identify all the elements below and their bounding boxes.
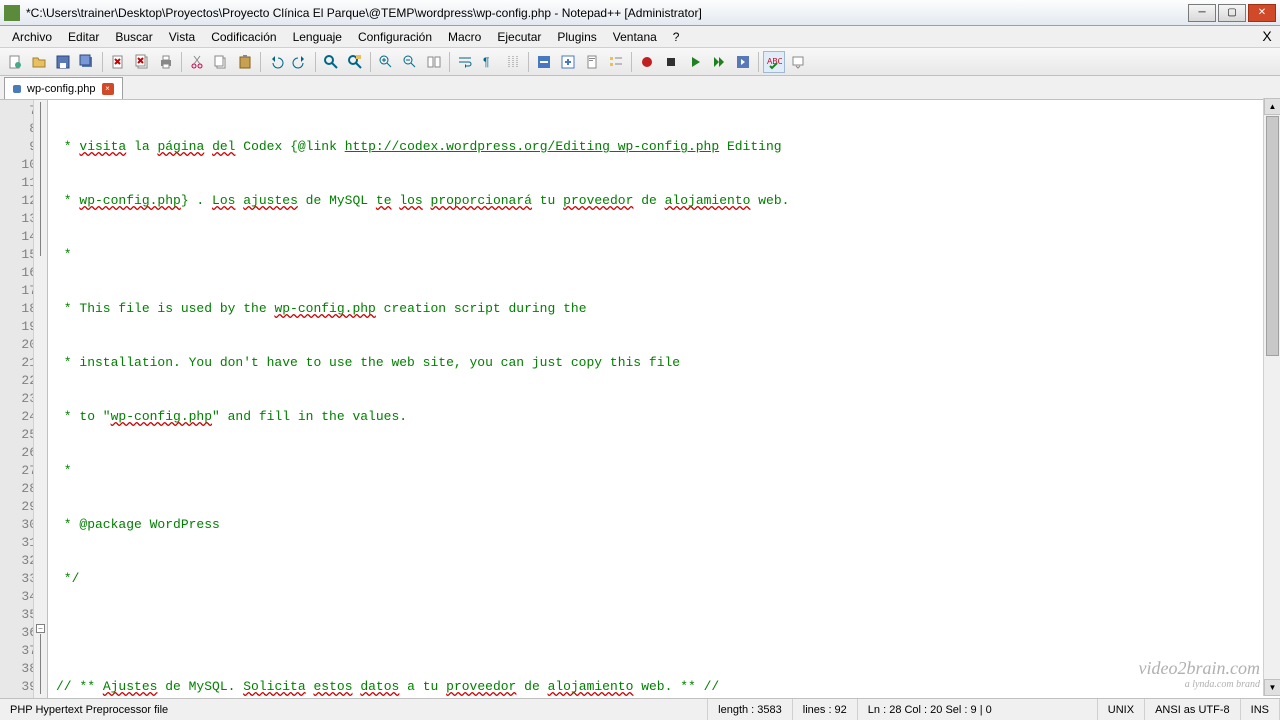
window-title: *C:\Users\trainer\Desktop\Proyectos\Proy… <box>26 6 1188 20</box>
status-lines: lines : 92 <box>793 699 858 720</box>
menu-configuracion[interactable]: Configuración <box>350 28 440 46</box>
find-icon[interactable] <box>320 51 342 73</box>
redo-icon[interactable] <box>289 51 311 73</box>
menu-buscar[interactable]: Buscar <box>107 28 160 46</box>
fold-toggle-icon[interactable]: − <box>36 624 45 633</box>
maximize-button[interactable]: ▢ <box>1218 4 1246 22</box>
statusbar: PHP Hypertext Preprocessor file length :… <box>0 698 1280 720</box>
tab-close-icon[interactable]: × <box>102 83 114 95</box>
scroll-thumb[interactable] <box>1266 116 1279 356</box>
status-eol: UNIX <box>1098 699 1145 720</box>
function-list-icon[interactable] <box>605 51 627 73</box>
menu-macro[interactable]: Macro <box>440 28 489 46</box>
sync-scroll-icon[interactable] <box>423 51 445 73</box>
doc-close-x[interactable]: X <box>1258 28 1276 44</box>
undo-icon[interactable] <box>265 51 287 73</box>
zoom-in-icon[interactable] <box>375 51 397 73</box>
doc-map-icon[interactable] <box>581 51 603 73</box>
zoom-out-icon[interactable] <box>399 51 421 73</box>
menu-vista[interactable]: Vista <box>161 28 203 46</box>
macro-record-icon[interactable] <box>636 51 658 73</box>
menu-ejecutar[interactable]: Ejecutar <box>489 28 549 46</box>
menubar: Archivo Editar Buscar Vista Codificación… <box>0 26 1280 48</box>
show-all-chars-icon[interactable]: ¶ <box>478 51 500 73</box>
close-doc-icon[interactable] <box>107 51 129 73</box>
scrollbar-vertical[interactable]: ▲ ▼ <box>1263 98 1280 696</box>
menu-archivo[interactable]: Archivo <box>4 28 60 46</box>
wordwrap-icon[interactable] <box>454 51 476 73</box>
close-all-icon[interactable] <box>131 51 153 73</box>
tabbar: wp-config.php × <box>0 76 1280 100</box>
titlebar: *C:\Users\trainer\Desktop\Proyectos\Proy… <box>0 0 1280 26</box>
menu-editar[interactable]: Editar <box>60 28 107 46</box>
svg-text:¶: ¶ <box>483 55 489 69</box>
replace-icon[interactable] <box>344 51 366 73</box>
code-area[interactable]: * visita la página del Codex {@link http… <box>48 100 1280 698</box>
toolbar: ¶ ABC <box>0 48 1280 76</box>
tab-wp-config[interactable]: wp-config.php × <box>4 77 123 99</box>
macro-play-multi-icon[interactable] <box>708 51 730 73</box>
save-all-icon[interactable] <box>76 51 98 73</box>
menu-help[interactable]: ? <box>665 28 688 46</box>
spellcheck-next-icon[interactable] <box>787 51 809 73</box>
status-encoding: ANSI as UTF-8 <box>1145 699 1241 720</box>
scroll-down-icon[interactable]: ▼ <box>1264 679 1280 696</box>
open-file-icon[interactable] <box>28 51 50 73</box>
menu-codificacion[interactable]: Codificación <box>203 28 284 46</box>
menu-ventana[interactable]: Ventana <box>605 28 665 46</box>
cut-icon[interactable] <box>186 51 208 73</box>
app-icon <box>4 5 20 21</box>
macro-save-icon[interactable] <box>732 51 754 73</box>
save-icon[interactable] <box>52 51 74 73</box>
gutter: − 78910111213141516171819202122232425262… <box>0 100 48 698</box>
status-filetype: PHP Hypertext Preprocessor file <box>0 699 708 720</box>
menu-plugins[interactable]: Plugins <box>549 28 604 46</box>
unfold-icon[interactable] <box>557 51 579 73</box>
close-button[interactable]: ✕ <box>1248 4 1276 22</box>
indent-guide-icon[interactable] <box>502 51 524 73</box>
status-length: length : 3583 <box>708 699 793 720</box>
macro-play-icon[interactable] <box>684 51 706 73</box>
scroll-up-icon[interactable]: ▲ <box>1264 98 1280 115</box>
status-position: Ln : 28 Col : 20 Sel : 9 | 0 <box>858 699 1098 720</box>
copy-icon[interactable] <box>210 51 232 73</box>
editor: − 78910111213141516171819202122232425262… <box>0 100 1280 698</box>
tab-label: wp-config.php <box>27 83 96 95</box>
file-icon <box>13 85 21 93</box>
spellcheck-icon[interactable]: ABC <box>763 51 785 73</box>
menu-lenguaje[interactable]: Lenguaje <box>285 28 350 46</box>
macro-stop-icon[interactable] <box>660 51 682 73</box>
minimize-button[interactable]: ─ <box>1188 4 1216 22</box>
new-file-icon[interactable] <box>4 51 26 73</box>
status-mode: INS <box>1241 699 1280 720</box>
paste-icon[interactable] <box>234 51 256 73</box>
fold-icon[interactable] <box>533 51 555 73</box>
print-icon[interactable] <box>155 51 177 73</box>
